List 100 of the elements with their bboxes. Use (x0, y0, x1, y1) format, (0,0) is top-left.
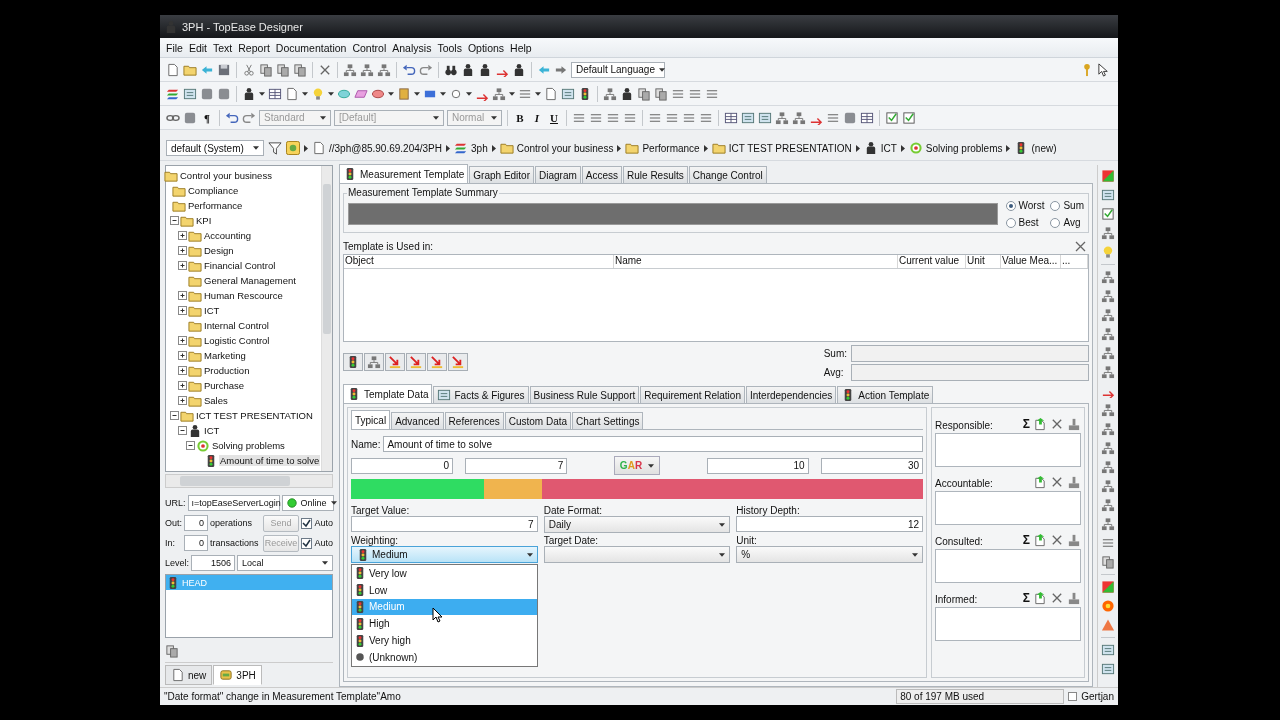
paragraph-button[interactable]: ¶ (200, 111, 214, 124)
cross-icon[interactable] (1050, 591, 1064, 605)
hierarchy-icon[interactable] (377, 62, 391, 77)
cross-icon[interactable] (1050, 533, 1064, 547)
collapse-icon[interactable] (170, 411, 179, 420)
menu-item[interactable]: Edit (185, 39, 210, 56)
document-icon[interactable] (544, 86, 558, 101)
caret-icon[interactable] (509, 91, 515, 96)
redo-icon[interactable] (242, 110, 256, 125)
column-header[interactable]: Object (344, 255, 614, 268)
tree-item[interactable]: Design (203, 245, 235, 256)
hierarchy-icon[interactable] (1101, 460, 1115, 474)
stamp-icon[interactable] (1067, 591, 1081, 605)
menu-item[interactable]: Control (349, 39, 390, 56)
caret-icon[interactable] (414, 91, 420, 96)
status-dropdown[interactable]: Online (281, 495, 334, 511)
level-field[interactable]: 1506 (191, 555, 236, 571)
count-field[interactable]: 0 (184, 515, 208, 531)
tab[interactable]: Measurement Template (339, 164, 469, 183)
column-header[interactable]: Name (614, 255, 898, 268)
tab[interactable]: 3PH (213, 665, 262, 685)
view-dropdown[interactable]: default (System) (166, 140, 264, 156)
breadcrumb-item[interactable]: ICT (880, 142, 897, 154)
hierarchy-icon[interactable] (360, 62, 374, 77)
hierarchy-icon[interactable] (1101, 226, 1115, 240)
caret-icon[interactable] (388, 91, 394, 96)
menu-item[interactable]: Analysis (389, 39, 435, 56)
hierarchy-icon[interactable] (343, 62, 357, 77)
tree-item[interactable]: General Management (203, 275, 297, 286)
tree-item[interactable]: Logistic Control (203, 335, 271, 346)
expand-icon[interactable] (178, 336, 187, 345)
breadcrumb-item[interactable]: ICT TEST PRESENTATION (728, 142, 852, 154)
tab[interactable]: new (165, 665, 213, 685)
mode-dropdown[interactable]: Local (237, 555, 333, 571)
person-icon[interactable] (512, 62, 526, 77)
tree-item[interactable]: Sales (203, 395, 229, 406)
collapse-icon[interactable] (170, 216, 179, 225)
expand-icon[interactable] (178, 291, 187, 300)
cross-icon[interactable] (1050, 417, 1064, 431)
redo-icon[interactable] (419, 62, 433, 77)
input-field[interactable]: 12 (736, 516, 923, 532)
square-icon[interactable] (183, 110, 197, 125)
tab[interactable]: Typical (351, 410, 391, 429)
sum-button[interactable]: Σ (1022, 417, 1030, 431)
copy-icon[interactable] (293, 62, 307, 77)
tab[interactable]: References (444, 412, 504, 429)
table-icon[interactable] (724, 110, 738, 125)
dropdown-option[interactable]: Very low (352, 565, 537, 582)
chart-icon[interactable] (1101, 580, 1115, 594)
ring-icon[interactable] (1101, 599, 1115, 613)
expand-icon[interactable] (178, 351, 187, 360)
checkmark-icon[interactable] (902, 110, 916, 125)
tool-button[interactable] (364, 353, 384, 371)
count-field[interactable]: 0 (184, 535, 208, 551)
assignee-field[interactable] (935, 491, 1081, 525)
document-icon[interactable] (285, 86, 299, 101)
assignee-field[interactable] (935, 549, 1081, 583)
assignee-field[interactable] (935, 607, 1081, 641)
text-style-button[interactable]: U (547, 111, 561, 124)
tree-item[interactable]: Compliance (187, 185, 240, 196)
triangle-icon[interactable] (1101, 618, 1115, 632)
caret-icon[interactable] (466, 91, 472, 96)
dropdown-option[interactable]: (Unknown) (352, 649, 537, 666)
threshold-field[interactable]: 7 (465, 457, 568, 474)
collapse-icon[interactable] (178, 426, 187, 435)
tree-item[interactable]: KPI (195, 215, 213, 226)
dropdown[interactable]: Daily (543, 516, 731, 533)
tree-item[interactable]: Production (203, 365, 251, 376)
chart-icon[interactable] (1101, 169, 1115, 183)
tree-item[interactable]: Amount of time to solve (219, 455, 321, 466)
hierarchy-icon[interactable] (1101, 441, 1115, 455)
expand-icon[interactable] (178, 306, 187, 315)
hierarchy-icon[interactable] (1101, 498, 1115, 512)
menu-item[interactable]: Help (507, 39, 535, 56)
url-field[interactable]: ı=topEaseServerLogin (187, 495, 280, 511)
card-icon[interactable] (1101, 662, 1115, 676)
document-icon[interactable] (166, 62, 180, 77)
tab[interactable]: Diagram (535, 166, 581, 183)
table-icon[interactable] (860, 110, 874, 125)
breadcrumb-item[interactable]: //3ph@85.90.69.204/3PH (329, 142, 442, 154)
tree-item[interactable]: ICT TEST PRESENTATION (195, 410, 314, 421)
tree-item[interactable]: Accounting (203, 230, 252, 241)
tab[interactable]: Rule Results (623, 166, 688, 183)
sum-field[interactable] (851, 345, 1089, 362)
caret-icon[interactable] (328, 91, 334, 96)
tab[interactable]: Access (581, 166, 623, 183)
column-header[interactable]: Unit (966, 255, 1001, 268)
hierarchy-icon[interactable] (1101, 308, 1115, 322)
hierarchy-icon[interactable] (1101, 365, 1115, 379)
sum-button[interactable]: Σ (1022, 591, 1030, 605)
hierarchy-icon[interactable] (1101, 422, 1115, 436)
radio-button[interactable] (1005, 217, 1016, 228)
caret-icon[interactable] (440, 91, 446, 96)
tool-button[interactable] (427, 353, 447, 371)
tree-item[interactable]: Internal Control (203, 320, 270, 331)
light-bulb-icon[interactable] (1101, 245, 1115, 259)
breadcrumb-item[interactable]: (new) (1031, 142, 1057, 154)
expand-icon[interactable] (178, 231, 187, 240)
tool-button[interactable] (385, 353, 405, 371)
tab[interactable]: Advanced (391, 412, 444, 429)
